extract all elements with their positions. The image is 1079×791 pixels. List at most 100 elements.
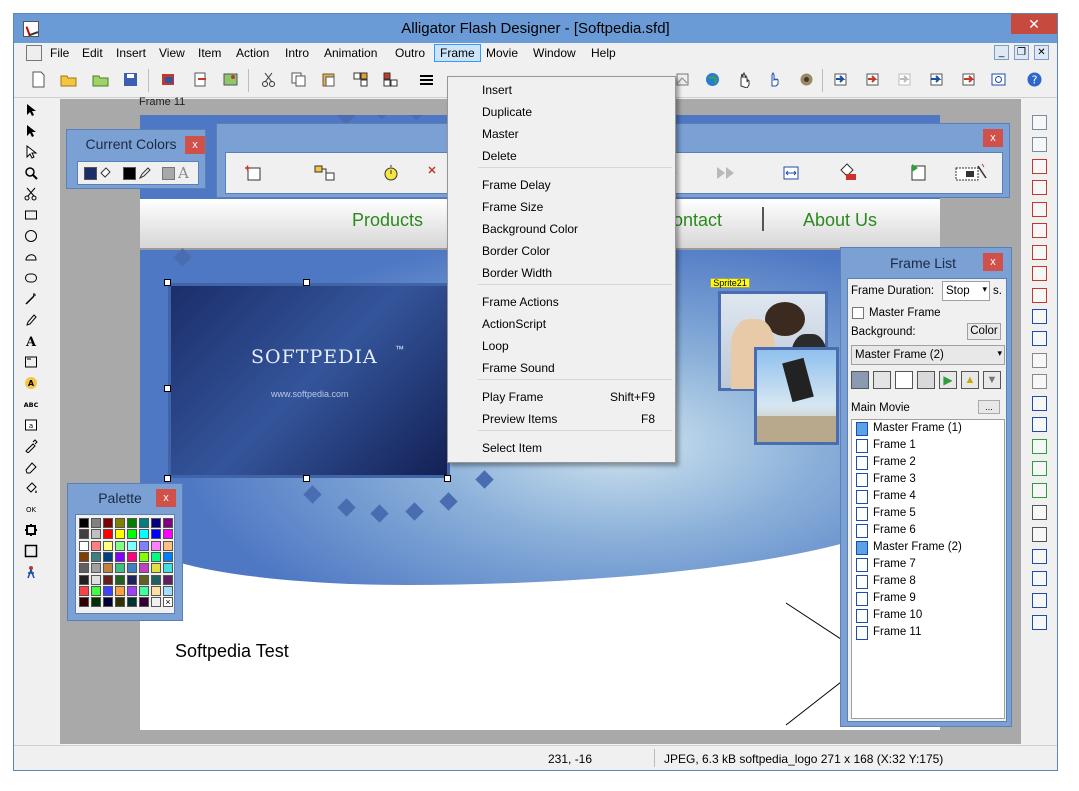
palette-color-cell[interactable] bbox=[103, 551, 113, 562]
palette-color-cell[interactable] bbox=[163, 563, 173, 574]
resize-handle-nw[interactable] bbox=[164, 279, 171, 286]
magic-wand-icon[interactable] bbox=[24, 292, 38, 306]
background-color-button[interactable]: Color bbox=[967, 323, 1001, 340]
sprite-tool-icon[interactable] bbox=[24, 523, 38, 537]
palette-color-cell[interactable] bbox=[91, 518, 101, 528]
palette-color-cell[interactable] bbox=[151, 551, 161, 562]
palette-color-cell[interactable] bbox=[127, 563, 137, 574]
menu-edit[interactable]: Edit bbox=[82, 46, 103, 60]
palette-color-cell[interactable] bbox=[91, 540, 101, 551]
frame-menu-item[interactable]: Select Item bbox=[482, 441, 542, 455]
palette-color-cell[interactable] bbox=[79, 563, 89, 574]
effect-tool-icon[interactable] bbox=[1032, 266, 1047, 281]
master-frame-checkbox[interactable] bbox=[852, 307, 864, 319]
rotate-icon[interactable] bbox=[990, 71, 1007, 88]
effects-panel-close-button[interactable]: x bbox=[983, 129, 1003, 147]
sound-icon[interactable] bbox=[798, 71, 815, 88]
polygon-icon[interactable] bbox=[24, 250, 38, 264]
frame-menu-item[interactable]: Delete bbox=[482, 149, 517, 163]
scissors-icon[interactable] bbox=[24, 187, 38, 201]
eraser-icon[interactable] bbox=[24, 460, 38, 474]
stretch-frame-icon[interactable] bbox=[782, 164, 800, 182]
sound-frame-icon[interactable] bbox=[851, 371, 869, 389]
menu-animation[interactable]: Animation bbox=[324, 46, 377, 60]
current-colors-close-button[interactable]: x bbox=[185, 136, 205, 154]
zoom-icon[interactable] bbox=[24, 166, 38, 180]
ellipse-icon[interactable] bbox=[24, 229, 38, 243]
character-icon[interactable] bbox=[24, 565, 38, 579]
palette-color-cell[interactable] bbox=[139, 563, 149, 574]
frame-tool-icon[interactable] bbox=[24, 544, 38, 558]
palette-color-cell[interactable] bbox=[151, 540, 161, 551]
mdi-restore-button[interactable]: ❐ bbox=[1014, 45, 1029, 60]
effect-tool-icon[interactable] bbox=[1032, 571, 1047, 586]
rectangle-icon[interactable] bbox=[24, 208, 38, 222]
effect-tool-icon[interactable] bbox=[1032, 309, 1047, 324]
palette-color-cell[interactable] bbox=[151, 563, 161, 574]
palette-color-cell[interactable] bbox=[127, 551, 137, 562]
canvas-text-softpedia[interactable]: Softpedia Test bbox=[175, 641, 289, 662]
cut-icon[interactable] bbox=[260, 71, 277, 88]
menu-help[interactable]: Help bbox=[591, 46, 616, 60]
text-box-icon[interactable] bbox=[24, 355, 38, 369]
palette-color-cell[interactable] bbox=[115, 574, 125, 585]
publish-icon[interactable] bbox=[160, 71, 177, 88]
frame-list-close-button[interactable]: x bbox=[983, 253, 1003, 271]
bitmap-icon[interactable] bbox=[674, 71, 691, 88]
hand-pointer-icon[interactable] bbox=[766, 71, 783, 88]
palette-color-cell[interactable] bbox=[163, 551, 173, 562]
open-folder-green-icon[interactable] bbox=[92, 71, 109, 88]
palette-color-cell[interactable] bbox=[139, 597, 149, 608]
palette-color-cell[interactable] bbox=[91, 585, 101, 596]
frame-menu-item[interactable]: Loop bbox=[482, 339, 509, 353]
rounded-rect-icon[interactable] bbox=[24, 271, 38, 285]
palette-color-cell[interactable] bbox=[79, 551, 89, 562]
palette-color-cell[interactable] bbox=[115, 551, 125, 562]
pen-icon[interactable] bbox=[138, 166, 152, 180]
palette-color-cell[interactable] bbox=[91, 551, 101, 562]
palette-color-cell[interactable] bbox=[115, 529, 125, 540]
palette-color-cell[interactable] bbox=[127, 518, 137, 528]
effect-tool-icon[interactable] bbox=[1032, 615, 1047, 630]
palette-color-cell[interactable] bbox=[79, 585, 89, 596]
palette-color-cell[interactable] bbox=[79, 518, 89, 528]
fast-forward-icon[interactable] bbox=[716, 166, 736, 180]
ok-button-icon[interactable]: OK bbox=[24, 502, 38, 516]
open-folder-icon[interactable] bbox=[60, 71, 77, 88]
effect-tool-icon[interactable] bbox=[1032, 396, 1047, 411]
new-file-icon[interactable] bbox=[30, 71, 47, 88]
palette-color-cell[interactable] bbox=[91, 597, 101, 608]
eyedropper-icon[interactable] bbox=[24, 439, 38, 453]
paste-icon[interactable] bbox=[320, 71, 337, 88]
paint-bucket-icon[interactable] bbox=[24, 481, 38, 495]
effect-tool-icon[interactable] bbox=[1032, 245, 1047, 260]
palette-color-cell[interactable] bbox=[139, 574, 149, 585]
ungroup-icon[interactable] bbox=[382, 71, 399, 88]
frame-sequence-icon[interactable] bbox=[314, 164, 336, 182]
fill-bucket-icon[interactable] bbox=[99, 166, 113, 180]
effect-tool-icon[interactable] bbox=[1032, 180, 1047, 195]
master-frame-select[interactable]: Master Frame (2) ▾ bbox=[851, 345, 1005, 365]
globe-icon[interactable] bbox=[704, 71, 721, 88]
nav-link-about[interactable]: About Us bbox=[803, 210, 877, 231]
menu-action[interactable]: Action bbox=[236, 46, 269, 60]
palette-color-cell[interactable] bbox=[115, 540, 125, 551]
palette-color-cell[interactable] bbox=[151, 585, 161, 596]
palette-color-cell[interactable] bbox=[163, 529, 173, 540]
effect-tool-icon[interactable] bbox=[1032, 202, 1047, 217]
palette-color-cell[interactable] bbox=[151, 518, 161, 528]
palette-color-cell[interactable] bbox=[103, 597, 113, 608]
frame-properties-icon[interactable] bbox=[873, 371, 891, 389]
effect-tool-icon[interactable] bbox=[1032, 331, 1047, 346]
menu-window[interactable]: Window bbox=[533, 46, 576, 60]
menu-insert[interactable]: Insert bbox=[116, 46, 146, 60]
move-up-icon[interactable]: ▲ bbox=[961, 371, 979, 389]
palette-color-cell[interactable] bbox=[103, 574, 113, 585]
fill-color-swatch[interactable] bbox=[84, 167, 97, 180]
palette-color-cell[interactable] bbox=[139, 540, 149, 551]
resize-handle-w[interactable] bbox=[164, 385, 171, 392]
palette-color-cell[interactable] bbox=[115, 585, 125, 596]
palette-color-cell[interactable] bbox=[127, 529, 137, 540]
palette-color-cell[interactable] bbox=[103, 585, 113, 596]
palette-color-cell[interactable] bbox=[79, 574, 89, 585]
